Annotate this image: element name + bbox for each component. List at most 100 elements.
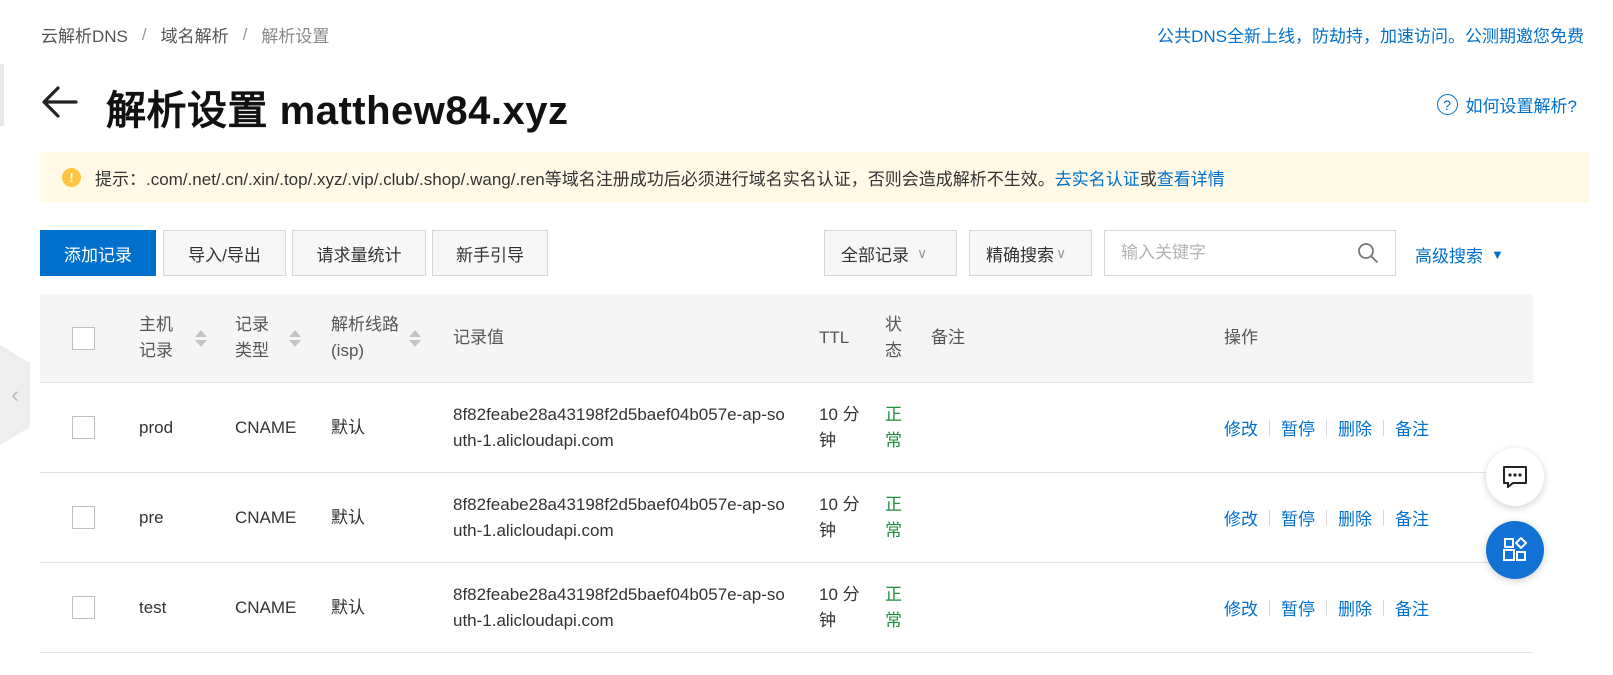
divider [1269, 419, 1270, 436]
row-checkbox[interactable] [72, 506, 95, 529]
divider [1383, 509, 1384, 526]
cell-host: prod [139, 417, 174, 437]
row-actions: 修改 暂停 删除 备注 [1224, 473, 1429, 562]
cell-status: 正 常 [885, 473, 902, 562]
apps-float-button[interactable] [1486, 521, 1544, 579]
pause-link[interactable]: 暂停 [1281, 505, 1315, 530]
alert-text: 提示：.com/.net/.cn/.xin/.top/.xyz/.vip/.cl… [95, 169, 1055, 189]
pause-link[interactable]: 暂停 [1281, 595, 1315, 620]
header-line[interactable]: 解析线路 (isp) [331, 294, 421, 382]
sort-icon[interactable] [289, 329, 301, 347]
realname-verify-link[interactable]: 去实名认证 [1055, 165, 1140, 190]
breadcrumb-separator: / [242, 24, 248, 44]
delete-link[interactable]: 删除 [1338, 505, 1372, 530]
header-actions: 操作 [1224, 328, 1258, 347]
dns-records-table: 主机 记录 记录 类型 解析线路 (isp) 记录值 TTL 状 态 备注 操作… [40, 294, 1533, 653]
header-host-line2: 记录 [139, 341, 173, 360]
view-details-link[interactable]: 查看详情 [1157, 165, 1225, 190]
divider [1326, 509, 1327, 526]
cell-line: 默认 [331, 597, 365, 617]
dns-settings-page: ‹ 云解析DNS / 域名解析 / 解析设置 公共DNS全新上线，防劫持，加速访… [0, 0, 1613, 675]
select-all-checkbox[interactable] [72, 326, 95, 350]
cell-status: 正 常 [885, 563, 902, 652]
header-status: 状 态 [885, 294, 902, 382]
sidebar-expand-handle[interactable]: ‹ [0, 345, 30, 445]
cell-host: pre [139, 507, 164, 527]
header-status-line1: 状 [885, 315, 902, 334]
page-title: 解析设置 matthew84.xyz [106, 78, 568, 136]
cell-ttl-line2: 钟 [819, 520, 836, 540]
page-title-label: 解析设置 [106, 89, 268, 133]
public-dns-promo-link[interactable]: 公共DNS全新上线，防劫持，加速访问。公测期邀您免费 [1157, 22, 1584, 47]
row-checkbox[interactable] [72, 416, 95, 439]
cell-ttl-line2: 钟 [819, 610, 836, 630]
cell-type: CNAME [235, 597, 297, 617]
cell-status-line2: 常 [885, 520, 902, 540]
page-title-domain: matthew84.xyz [279, 89, 569, 133]
cell-status-line1: 正 [885, 494, 902, 514]
cell-status-line1: 正 [885, 584, 902, 604]
cell-value: 8f82feabe28a43198f2d5baef04b057e-ap-so u… [453, 563, 785, 652]
row-actions: 修改 暂停 删除 备注 [1224, 563, 1429, 652]
help-link[interactable]: ? 如何设置解析? [1436, 92, 1577, 117]
delete-link[interactable]: 删除 [1338, 595, 1372, 620]
edit-link[interactable]: 修改 [1224, 505, 1258, 530]
sort-icon[interactable] [195, 329, 207, 347]
chat-float-button[interactable] [1486, 448, 1544, 506]
realname-alert: ! 提示：.com/.net/.cn/.xin/.top/.xyz/.vip/.… [40, 152, 1589, 202]
guide-button[interactable]: 新手引导 [432, 230, 548, 276]
edit-link[interactable]: 修改 [1224, 595, 1258, 620]
add-record-button[interactable]: 添加记录 [40, 230, 156, 276]
advanced-search-label: 高级搜索 [1415, 247, 1483, 266]
breadcrumb-separator: / [141, 24, 147, 44]
header-host[interactable]: 主机 记录 [139, 294, 207, 382]
divider [1326, 599, 1327, 616]
cell-status-line1: 正 [885, 404, 902, 424]
advanced-search-toggle[interactable]: 高级搜索 ▼ [1415, 242, 1504, 267]
help-link-label: 如何设置解析? [1465, 97, 1577, 116]
cell-type: CNAME [235, 417, 297, 437]
divider [1383, 599, 1384, 616]
header-type-line2: 类型 [235, 341, 269, 360]
breadcrumb-item-dns[interactable]: 云解析DNS [41, 22, 128, 47]
cell-status-line2: 常 [885, 610, 902, 630]
cell-ttl: 10 分 钟 [819, 473, 860, 562]
breadcrumb-item-domain-resolve[interactable]: 域名解析 [161, 22, 229, 47]
request-stats-button[interactable]: 请求量统计 [292, 230, 426, 276]
import-export-button[interactable]: 导入/导出 [163, 230, 286, 276]
record-filter-select[interactable]: 全部记录 ∨ [824, 230, 957, 276]
cell-value-line1: 8f82feabe28a43198f2d5baef04b057e-ap-so [453, 494, 785, 514]
cell-value-line1: 8f82feabe28a43198f2d5baef04b057e-ap-so [453, 584, 785, 604]
table-row: prod CNAME 默认 8f82feabe28a43198f2d5baef0… [40, 383, 1533, 473]
table-row: test CNAME 默认 8f82feabe28a43198f2d5baef0… [40, 563, 1533, 653]
caret-down-icon: ▼ [1491, 247, 1504, 262]
sort-icon[interactable] [409, 329, 421, 347]
cell-value-line2: uth-1.alicloudapi.com [453, 430, 614, 450]
header-remark: 备注 [931, 328, 965, 347]
remark-link[interactable]: 备注 [1395, 505, 1429, 530]
search-icon[interactable] [1357, 242, 1379, 264]
select-all-cell [72, 294, 95, 382]
warning-icon: ! [62, 167, 81, 187]
back-arrow-icon[interactable] [40, 82, 80, 122]
pause-link[interactable]: 暂停 [1281, 415, 1315, 440]
search-mode-value: 精确搜索 [986, 245, 1054, 265]
remark-link[interactable]: 备注 [1395, 595, 1429, 620]
header-line-line2: (isp) [331, 341, 365, 360]
row-checkbox[interactable] [72, 596, 95, 619]
search-input[interactable] [1105, 231, 1357, 275]
search-mode-select[interactable]: 精确搜索 ∨ [969, 230, 1092, 276]
divider [1269, 509, 1270, 526]
divider [1383, 419, 1384, 436]
header-value: 记录值 [453, 328, 504, 347]
header-type[interactable]: 记录 类型 [235, 294, 301, 382]
chevron-down-icon: ∨ [917, 244, 928, 261]
header-host-line1: 主机 [139, 315, 173, 334]
remark-link[interactable]: 备注 [1395, 415, 1429, 440]
divider [1269, 599, 1270, 616]
edit-link[interactable]: 修改 [1224, 415, 1258, 440]
question-circle-icon: ? [1436, 94, 1458, 115]
delete-link[interactable]: 删除 [1338, 415, 1372, 440]
alert-connector: 或 [1139, 169, 1157, 189]
chevron-left-icon: ‹ [11, 382, 19, 407]
